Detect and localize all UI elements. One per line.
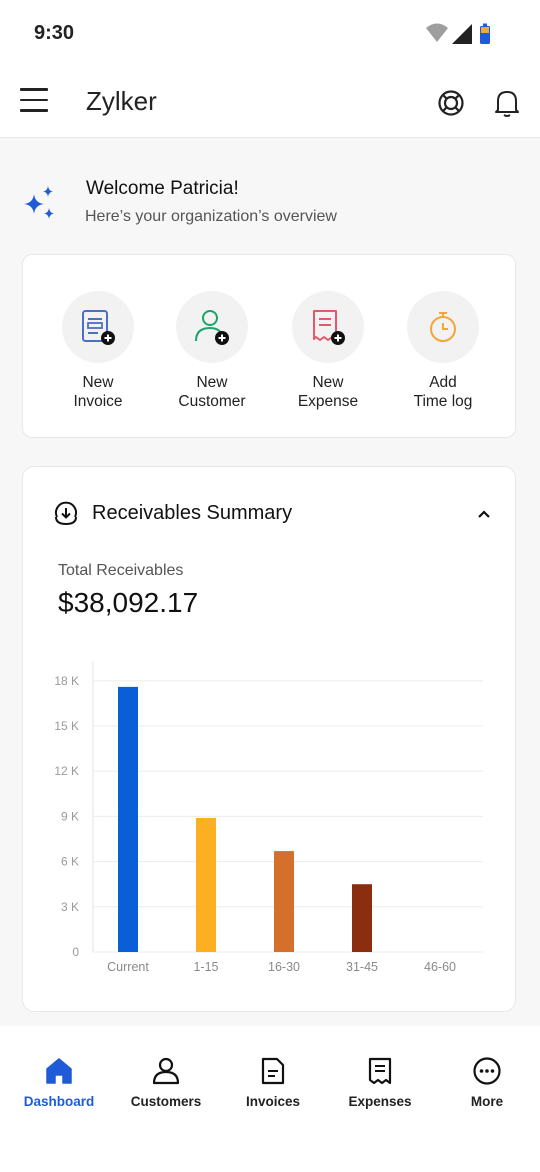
app-title: Zylker: [86, 86, 157, 116]
signal-icon: [452, 24, 472, 44]
welcome-section: Welcome Patricia! Here’s your organizati…: [0, 138, 540, 248]
nav-customers[interactable]: Customers: [112, 1056, 220, 1109]
y-tick-label: 15 K: [54, 719, 79, 733]
customer-icon: [195, 310, 229, 345]
welcome-title: Welcome Patricia!: [86, 178, 239, 199]
new-invoice-label-2: Invoice: [73, 393, 123, 410]
x-tick-label: 1-15: [193, 960, 218, 974]
more-icon: [473, 1057, 501, 1085]
y-tick-label: 3 K: [61, 900, 79, 914]
sparkle-icon: [24, 186, 54, 219]
help-lifebuoy-icon[interactable]: [436, 88, 466, 118]
y-tick-label: 9 K: [61, 809, 79, 823]
y-tick-label: 6 K: [61, 855, 79, 869]
bottom-navigation: Dashboard Customers Invoices Expenses Mo…: [0, 1026, 540, 1172]
receivables-bar-chart: 0 3 K 6 K 9 K 12 K 15 K 18 K Current 1-15 16-30 31…: [54, 661, 483, 974]
nav-dashboard[interactable]: Dashboard: [5, 1056, 113, 1109]
expenses-icon: [368, 1057, 392, 1085]
new-customer-label-1: New: [196, 374, 228, 391]
add-time-log-button[interactable]: Add Time log: [388, 291, 498, 411]
bar-1-15: [196, 817, 216, 952]
welcome-subtitle: Here’s your organization’s overview: [85, 208, 337, 225]
new-expense-label-2: Expense: [297, 393, 359, 410]
x-tick-label: 16-30: [268, 960, 300, 974]
nav-expenses[interactable]: Expenses: [326, 1056, 434, 1109]
app-bar: Zylker: [0, 68, 540, 138]
total-receivables-label: Total Receivables: [58, 562, 184, 579]
add-time-log-label-1: Add: [429, 374, 457, 391]
new-invoice-label-1: New: [82, 374, 114, 391]
status-time: 9:30: [34, 22, 75, 44]
expense-icon: [313, 310, 345, 345]
bar-Current: [118, 686, 138, 952]
bar-31-45: [352, 884, 372, 952]
new-customer-button[interactable]: New Customer: [157, 291, 267, 411]
new-expense-label-1: New: [312, 374, 344, 391]
invoice-icon: [82, 310, 115, 345]
nav-customers-label: Customers: [130, 1094, 202, 1109]
receivables-title: Receivables Summary: [92, 502, 293, 524]
x-tick-label: 46-60: [424, 960, 456, 974]
nav-invoices-label: Invoices: [245, 1094, 301, 1109]
menu-button[interactable]: [20, 88, 52, 118]
home-icon: [46, 1058, 72, 1084]
x-tick-label: Current: [107, 960, 149, 974]
nav-more-label: More: [470, 1094, 504, 1109]
y-tick-label: 12 K: [54, 764, 79, 778]
nav-expenses-label: Expenses: [348, 1094, 412, 1109]
receivables-summary-card: Receivables Summary Total Receivables $3…: [22, 466, 516, 1012]
y-tick-label: 0: [72, 945, 79, 959]
new-expense-button[interactable]: New Expense: [273, 291, 383, 411]
customers-icon: [152, 1057, 180, 1085]
nav-dashboard-label: Dashboard: [23, 1094, 95, 1109]
receivables-summary-header[interactable]: Receivables Summary: [53, 501, 493, 531]
nav-more[interactable]: More: [433, 1056, 540, 1109]
status-bar: 9:30: [0, 0, 540, 68]
hamburger-icon: [20, 88, 48, 91]
bar-16-30: [274, 851, 294, 952]
total-receivables-value: $38,092.17: [58, 587, 199, 618]
new-invoice-button[interactable]: New Invoice: [43, 291, 153, 411]
y-tick-label: 18 K: [54, 674, 79, 688]
quick-actions-card: New Invoice New Customer New Expense Add…: [22, 254, 516, 438]
notification-bell-icon[interactable]: [492, 87, 522, 119]
timer-icon: [430, 312, 456, 342]
status-icons: [426, 23, 490, 44]
new-customer-label-2: Customer: [178, 393, 246, 410]
chevron-up-icon[interactable]: [475, 505, 493, 523]
wifi-icon: [426, 23, 448, 42]
nav-invoices[interactable]: Invoices: [219, 1056, 327, 1109]
invoices-icon: [261, 1057, 285, 1085]
download-circle-icon: [55, 501, 77, 526]
add-time-log-label-2: Time log: [413, 393, 473, 410]
x-tick-label: 31-45: [346, 960, 378, 974]
